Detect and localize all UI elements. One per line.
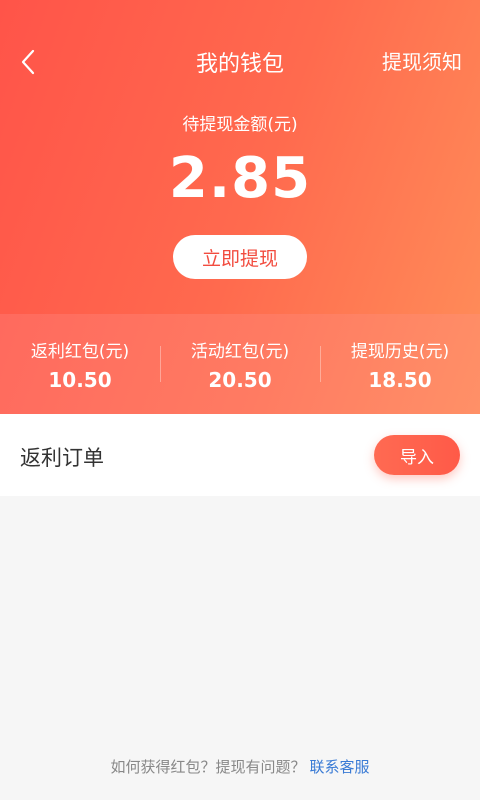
nav-bar: 我的钱包 提现须知 (0, 40, 480, 84)
wallet-header-panel: 我的钱包 提现须知 待提现金额(元) 2.85 立即提现 (0, 0, 480, 314)
contact-support-link[interactable]: 联系客服 (310, 758, 370, 776)
help-footer: 如何获得红包？提现有问题？ 联系客服 (0, 756, 480, 777)
stat-rebate-packet[interactable]: 返利红包(元) 10.50 (0, 314, 160, 414)
pending-amount-value: 2.85 (168, 146, 312, 211)
withdraw-now-button[interactable]: 立即提现 (173, 235, 307, 279)
rebate-orders-title: 返利订单 (20, 446, 104, 470)
withdraw-notice-link[interactable]: 提现须知 (382, 46, 462, 75)
stat-value: 18.50 (368, 367, 432, 392)
help-question-text: 如何获得红包？提现有问题？ (110, 758, 306, 776)
stat-label: 活动红包(元) (190, 341, 290, 362)
stat-activity-packet[interactable]: 活动红包(元) 20.50 (160, 314, 320, 414)
import-button[interactable]: 导入 (374, 435, 460, 475)
stat-value: 10.50 (48, 367, 112, 392)
stat-withdraw-history[interactable]: 提现历史(元) 18.50 (320, 314, 480, 414)
pending-amount-label: 待提现金额(元) (182, 115, 298, 135)
wallet-stats: 返利红包(元) 10.50 活动红包(元) 20.50 提现历史(元) 18.5… (0, 314, 480, 414)
stat-value: 20.50 (208, 367, 272, 392)
wallet-page: 我的钱包 提现须知 待提现金额(元) 2.85 立即提现 返利红包(元) 10.… (0, 0, 480, 800)
stat-label: 提现历史(元) (350, 341, 450, 362)
stat-label: 返利红包(元) (30, 341, 130, 362)
